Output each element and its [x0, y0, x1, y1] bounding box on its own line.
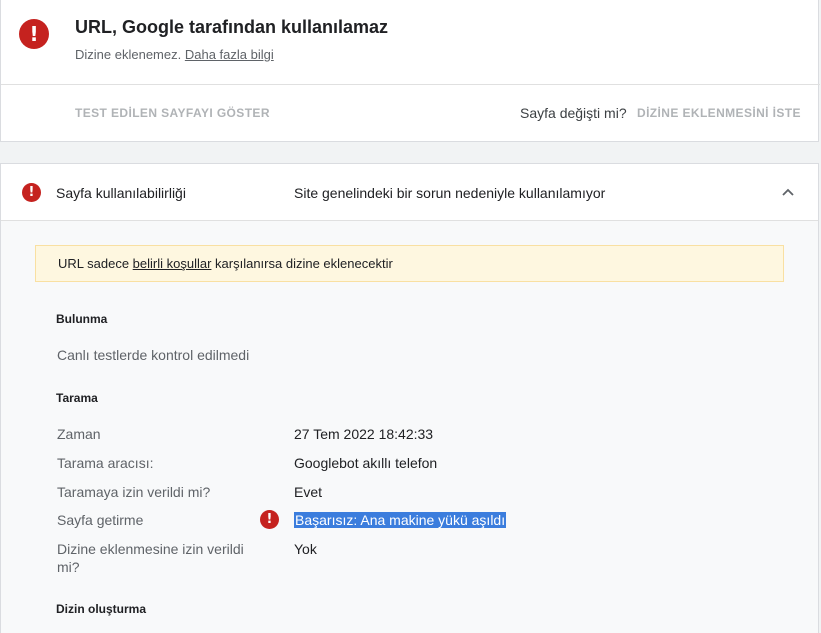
crawl-time-label: Zaman — [57, 426, 101, 442]
page-fetch-value-text: Başarısız: Ana makine yükü aşıldı — [294, 512, 507, 528]
discovery-heading: Bulunma — [56, 312, 108, 326]
crawler-value: Googlebot akıllı telefon — [294, 455, 438, 471]
error-icon: ! — [22, 183, 41, 202]
crawl-time-value: 27 Tem 2022 18:42:33 — [294, 426, 434, 442]
learn-more-link[interactable]: Daha fazla bilgi — [185, 47, 274, 62]
crawl-heading: Tarama — [56, 391, 98, 405]
indexing-heading: Dizin oluşturma — [56, 602, 147, 616]
request-indexing-button[interactable]: DİZİNE EKLENMESİNİ İSTE — [637, 106, 801, 120]
view-tested-page-button[interactable]: TEST EDİLEN SAYFAYI GÖSTER — [75, 106, 270, 120]
availability-panel: ! Sayfa kullanılabilirliği Site genelind… — [0, 163, 819, 633]
crawl-allowed-label: Taramaya izin verildi mi? — [57, 484, 211, 500]
subtitle-text: Dizine eklenemez. — [75, 47, 182, 62]
error-icon: ! — [260, 510, 279, 529]
notice-text-post: karşılanırsa dizine eklenecektir — [211, 256, 393, 271]
status-subtitle: Dizine eklenemez. Daha fazla bilgi — [75, 47, 274, 62]
divider — [1, 84, 820, 85]
status-card: ! URL, Google tarafından kullanılamaz Di… — [0, 0, 820, 142]
page-title: URL, Google tarafından kullanılamaz — [75, 17, 389, 37]
availability-header[interactable]: ! Sayfa kullanılabilirliği Site genelind… — [1, 164, 818, 221]
indexing-allowed-value: Yok — [294, 541, 317, 557]
availability-label: Sayfa kullanılabilirliği — [56, 185, 186, 201]
crawler-label: Tarama aracısı: — [57, 455, 154, 471]
conditions-notice: URL sadece belirli koşullar karşılanırsa… — [35, 245, 784, 282]
availability-value: Site genelindeki bir sorun nedeniyle kul… — [294, 185, 606, 201]
chevron-up-icon[interactable] — [780, 184, 796, 200]
crawl-allowed-value: Evet — [294, 484, 323, 500]
conditions-link[interactable]: belirli koşullar — [133, 256, 212, 271]
error-icon: ! — [19, 19, 49, 49]
page-fetch-value: Başarısız: Ana makine yükü aşıldı — [294, 511, 507, 529]
page-fetch-label: Sayfa getirme — [57, 512, 144, 528]
notice-text-pre: URL sadece — [58, 256, 133, 271]
discovery-text: Canlı testlerde kontrol edilmedi — [57, 347, 250, 363]
indexing-allowed-label: Dizine eklenmesine izin verildi mi? — [57, 541, 244, 575]
page-changed-label: Sayfa değişti mi? — [520, 105, 627, 121]
